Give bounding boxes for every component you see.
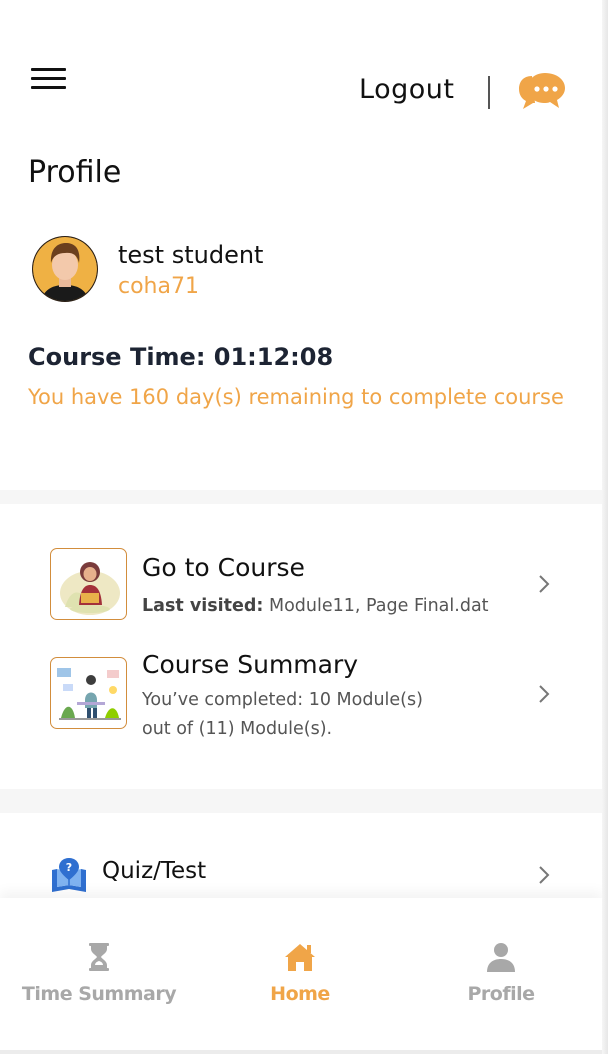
tab-time-summary[interactable]: Time Summary	[0, 898, 199, 1038]
course-time: Course Time: 01:12:08	[28, 343, 334, 371]
chat-bubble-icon[interactable]	[518, 70, 568, 114]
logout-button[interactable]: Logout	[359, 74, 454, 105]
section-separator	[0, 490, 602, 504]
header-divider	[488, 76, 490, 109]
bottom-tab-bar: Time Summary Home Profile	[0, 898, 602, 1054]
window-edge	[602, 0, 608, 1054]
hourglass-icon	[89, 943, 109, 971]
last-visited-label: Last visited:	[142, 596, 264, 616]
home-icon	[285, 944, 315, 971]
course-summary-thumbnail	[50, 657, 127, 729]
chevron-right-icon	[539, 866, 550, 884]
remaining-days-text: You have 160 day(s) remaining to complet…	[28, 385, 564, 409]
chevron-right-icon	[539, 575, 550, 593]
go-to-course-thumbnail	[50, 548, 127, 620]
user-name: test student	[118, 241, 264, 269]
quiz-test-button[interactable]: ? Quiz/Test	[50, 852, 570, 896]
app-screen: Logout Profile test student coha71 Cours…	[0, 0, 602, 1054]
course-summary-title: Course Summary	[142, 650, 359, 679]
quiz-test-label: Quiz/Test	[102, 858, 207, 884]
chevron-right-icon	[539, 685, 550, 703]
go-to-course-title: Go to Course	[142, 553, 305, 582]
course-summary-button[interactable]: Course Summary You’ve completed: 10 Modu…	[50, 650, 570, 743]
bottom-edge	[0, 1050, 602, 1054]
tab-profile[interactable]: Profile	[401, 898, 601, 1038]
go-to-course-button[interactable]: Go to Course Last visited: Module11, Pag…	[50, 548, 570, 622]
tab-home-label: Home	[270, 983, 330, 1005]
avatar	[31, 235, 99, 303]
last-visited-value: Module11, Page Final.dat	[263, 596, 489, 616]
modules-completed-text: You’ve completed: 10 Module(s)	[142, 690, 423, 710]
tab-time-summary-label: Time Summary	[21, 983, 177, 1005]
last-visited-text: Last visited: Module11, Page Final.dat	[142, 592, 489, 621]
svg-text:?: ?	[66, 861, 72, 874]
tab-profile-label: Profile	[467, 983, 535, 1005]
page-title: Profile	[28, 155, 122, 190]
tab-home[interactable]: Home	[200, 898, 400, 1038]
person-icon	[487, 943, 515, 972]
quiz-book-icon: ?	[52, 858, 86, 892]
section-separator	[0, 789, 602, 813]
user-username: coha71	[118, 274, 199, 299]
hamburger-menu-icon[interactable]	[31, 66, 67, 92]
modules-total-text: out of (11) Module(s).	[142, 719, 333, 739]
